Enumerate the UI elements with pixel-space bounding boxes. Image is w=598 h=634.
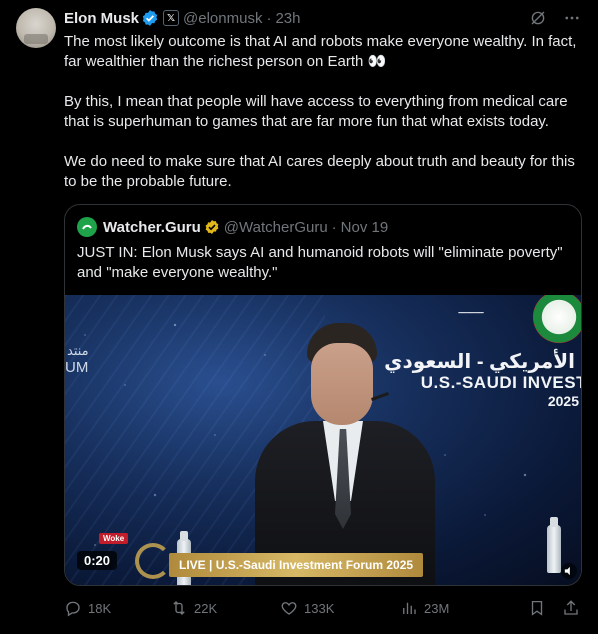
tweet-text: The most likely outcome is that AI and r…	[64, 32, 582, 192]
more-options-icon[interactable]	[562, 8, 582, 28]
repost-icon	[173, 601, 185, 615]
backdrop-sign-left-arabic: منتد	[67, 343, 89, 358]
volume-icon[interactable]	[561, 563, 577, 579]
views-button[interactable]: 23M	[400, 599, 510, 617]
like-button[interactable]: 133K	[280, 599, 400, 617]
tweet[interactable]: Elon Musk 𝕏 @elonmusk · 23h The most lik…	[0, 0, 598, 634]
quoted-author-handle[interactable]: @WatcherGuru	[224, 219, 328, 236]
bookmark-button[interactable]	[528, 599, 546, 617]
author-avatar[interactable]	[16, 8, 56, 48]
reply-icon	[66, 601, 80, 617]
reply-button[interactable]: 18K	[64, 599, 150, 617]
wall-badge: Woke	[99, 533, 129, 544]
x-affiliate-icon[interactable]: 𝕏	[163, 10, 180, 26]
speaker-figure	[215, 317, 475, 585]
tweet-actions: 18K 22K 133K 23M	[64, 598, 582, 618]
tweet-paragraph-3: We do need to make sure that AI cares de…	[64, 153, 580, 190]
repost-button[interactable]: 22K	[170, 599, 280, 617]
tweet-time[interactable]: 23h	[275, 10, 300, 27]
heart-icon	[281, 602, 297, 615]
verified-gold-badge-icon[interactable]	[204, 219, 220, 235]
gold-ring-decoration	[135, 543, 171, 579]
quoted-separator-dot: ·	[331, 218, 337, 236]
backdrop-sign-year: 2025	[547, 393, 579, 409]
like-count: 133K	[304, 600, 335, 616]
separator-dot: ·	[266, 9, 272, 27]
repost-count: 22K	[194, 600, 218, 616]
share-icon	[564, 600, 578, 615]
microphone-icon	[371, 392, 389, 401]
author-handle[interactable]: @elonmusk	[183, 10, 262, 27]
views-count: 23M	[424, 600, 450, 616]
quoted-author-avatar[interactable]	[77, 217, 97, 237]
water-bottle-right	[547, 517, 561, 573]
views-chart-icon	[403, 602, 416, 614]
backdrop-sign-left: UM	[65, 359, 89, 376]
quoted-tweet-header: Watcher.Guru @WatcherGuru · Nov 19	[65, 205, 581, 237]
backdrop-mini-logo: ━━━━━━	[458, 310, 484, 317]
quoted-tweet-date[interactable]: Nov 19	[341, 219, 389, 236]
video-duration: 0:20	[77, 551, 118, 570]
tweet-paragraph-2: By this, I mean that people will have ac…	[64, 93, 572, 130]
share-button[interactable]	[562, 599, 580, 617]
tweet-header: Elon Musk 𝕏 @elonmusk · 23h	[64, 8, 582, 28]
quoted-author-name[interactable]: Watcher.Guru	[103, 219, 201, 236]
quoted-tweet[interactable]: Watcher.Guru @WatcherGuru · Nov 19 JUST …	[64, 204, 582, 586]
author-name[interactable]: Elon Musk	[64, 10, 139, 27]
bookmark-icon	[531, 600, 543, 616]
reply-count: 18K	[88, 600, 112, 616]
live-banner: LIVE | U.S.-Saudi Investment Forum 2025	[169, 553, 424, 577]
video-player[interactable]: منتد UM ━━━━━━ الأمريكي - السعودي U.S.-S…	[65, 295, 581, 585]
quoted-tweet-text: JUST IN: Elon Musk says AI and humanoid …	[77, 244, 563, 281]
tweet-paragraph-1: The most likely outcome is that AI and r…	[64, 33, 581, 70]
verified-badge-icon[interactable]	[141, 9, 159, 27]
grok-icon[interactable]	[528, 8, 548, 28]
tweet-content: Elon Musk 𝕏 @elonmusk · 23h The most lik…	[64, 8, 582, 634]
